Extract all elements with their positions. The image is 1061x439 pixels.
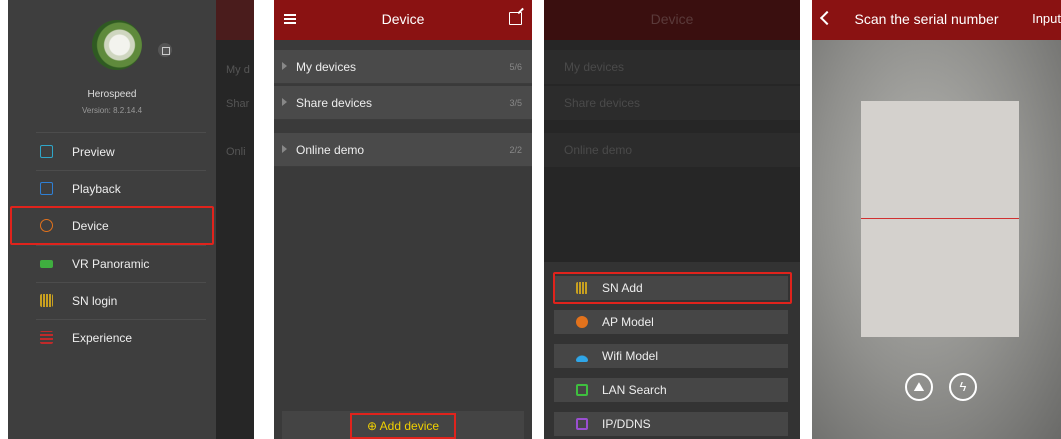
highlight-box: [10, 206, 214, 245]
dimmed-row-label: Online demo: [564, 143, 633, 157]
dimmed-top-bar: Device: [544, 0, 800, 40]
row-label: Online demo: [296, 143, 365, 157]
add-device-label: Add device: [379, 419, 440, 433]
wifi-icon: [576, 350, 588, 362]
menu-item-sn-login[interactable]: SN login: [8, 283, 216, 319]
row-count: 2/2: [509, 145, 522, 155]
back-arrow-icon[interactable]: [819, 10, 835, 26]
username: Herospeed: [87, 89, 137, 100]
menu-label: Playback: [72, 182, 121, 196]
dimmed-row: My devices: [544, 50, 800, 84]
list-item-online-demo[interactable]: Online demo 2/2: [274, 133, 532, 167]
option-label: AP Model: [602, 315, 654, 329]
dimmed-row: Online demo: [544, 133, 800, 167]
edit-icon[interactable]: [509, 12, 522, 25]
scan-frame: [861, 101, 1019, 337]
menu-label: SN login: [72, 294, 118, 308]
highlight-box: [553, 272, 792, 304]
add-options-screen: Device My devices Share devices Online d…: [544, 0, 800, 439]
add-device-button[interactable]: ⊕ Add device: [350, 413, 456, 439]
menu-item-experience[interactable]: Experience: [8, 320, 216, 356]
expand-arrow-icon: [282, 98, 287, 106]
menu-item-playback[interactable]: Playback: [8, 171, 216, 207]
top-bar: Device: [274, 0, 532, 40]
dimmed-list: My devices Share devices Online demo: [544, 40, 800, 262]
dimmed-header: [216, 0, 254, 40]
drawer-screen: Herospeed Version: 8.2.14.4 Preview Play…: [8, 0, 254, 439]
option-lan-search[interactable]: LAN Search: [554, 378, 788, 402]
menu-item-vr-panoramic[interactable]: VR Panoramic: [8, 246, 216, 282]
option-label: IP/DDNS: [602, 417, 651, 431]
dimmed-title: Device: [650, 11, 694, 27]
input-button[interactable]: Input: [1032, 11, 1061, 26]
flash-glyph: ϟ: [959, 379, 967, 394]
expand-arrow-icon: [282, 145, 287, 153]
device-screen: Device My devices 5/6 Share devices 3/5 …: [274, 0, 532, 439]
experience-icon: [40, 331, 53, 344]
dimmed-text: My d: [226, 64, 250, 76]
divider: [36, 132, 206, 133]
dimmed-text: Onli: [226, 146, 246, 158]
list-item-share-devices[interactable]: Share devices 3/5: [274, 86, 532, 120]
menu-label: Experience: [72, 331, 133, 345]
dimmed-row-label: My devices: [564, 60, 625, 74]
album-glyph: ⛰: [913, 379, 925, 394]
page-title: Scan the serial number: [854, 11, 999, 27]
dimmed-row: Share devices: [544, 86, 800, 120]
row-count: 3/5: [509, 98, 522, 108]
globe-icon: [576, 316, 588, 328]
list-item-my-devices[interactable]: My devices 5/6: [274, 50, 532, 84]
option-ap-model[interactable]: AP Model: [554, 310, 788, 334]
scan-line: [861, 218, 1019, 219]
dimmed-text: Shar: [226, 98, 250, 110]
playback-icon: [40, 182, 53, 195]
avatar[interactable]: [92, 20, 142, 70]
option-wifi-model[interactable]: Wifi Model: [554, 344, 788, 368]
vr-360-icon: [40, 260, 53, 268]
menu-item-preview[interactable]: Preview: [8, 134, 216, 170]
share-icon[interactable]: [158, 43, 172, 57]
album-icon[interactable]: ⛰: [905, 373, 933, 401]
app-version: Version: 8.2.14.4: [81, 106, 143, 115]
barcode-icon: [40, 294, 53, 307]
row-count: 5/6: [509, 62, 522, 72]
dimmed-background: My d Shar Onli: [216, 0, 254, 439]
flash-icon[interactable]: ϟ: [949, 373, 977, 401]
option-label: LAN Search: [602, 383, 667, 397]
menu-label: Preview: [72, 145, 115, 159]
scan-screen: Scan the serial number Input ⛰ ϟ: [812, 0, 1061, 439]
menu-label: VR Panoramic: [72, 257, 150, 271]
dimmed-row-label: Share devices: [564, 96, 641, 110]
option-ip-ddns[interactable]: IP/DDNS: [554, 412, 788, 436]
option-label: Wifi Model: [602, 349, 659, 363]
page-title: Device: [381, 11, 425, 27]
row-label: Share devices: [296, 96, 373, 110]
lan-icon: [576, 384, 588, 396]
preview-icon: [40, 145, 53, 158]
expand-arrow-icon: [282, 62, 287, 70]
top-bar: Scan the serial number Input: [812, 0, 1061, 40]
row-label: My devices: [296, 60, 357, 74]
ip-ddns-icon: [576, 418, 588, 430]
